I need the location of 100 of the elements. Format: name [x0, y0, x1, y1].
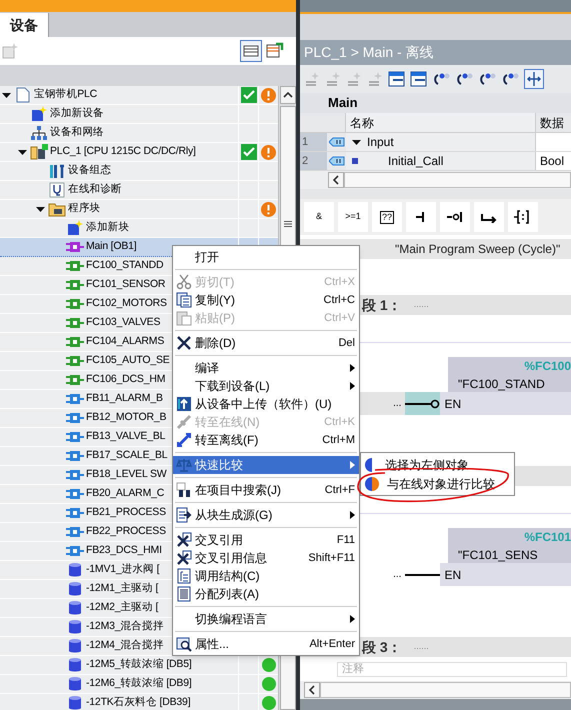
table-view-icon[interactable]	[240, 40, 262, 62]
block-icon	[66, 412, 84, 424]
block-icon	[66, 488, 84, 500]
refresh-table-icon[interactable]	[266, 40, 286, 60]
menu-item[interactable]: 与在线对象进行比较	[361, 474, 514, 493]
tree-label: FB13_VALVE_BL	[86, 429, 166, 444]
network-title: 段 1：	[362, 296, 402, 314]
step-arrow-icon[interactable]	[501, 71, 519, 87]
instruction-button[interactable]: ??	[372, 202, 402, 232]
tree-label: FC105_AUTO_SE	[86, 353, 170, 368]
tree-label: Main [OB1]	[86, 239, 137, 254]
scroll-left-button[interactable]	[328, 172, 344, 188]
tree-label: PLC_1 [CPU 1215C DC/DC/Rly]	[50, 144, 196, 160]
network-title: 段 3：	[362, 638, 402, 656]
submenu-arrow-icon	[350, 511, 355, 519]
tree-label: FC100_STANDD	[86, 258, 164, 274]
database-icon	[68, 695, 82, 710]
tree-item[interactable]: 宝钢带机PLC	[0, 86, 278, 105]
branch-button[interactable]	[474, 202, 504, 232]
bullet-icon	[352, 158, 358, 164]
upload-icon	[176, 396, 192, 412]
tree-item[interactable]: -12M5_转鼓浓缩 [DB5]	[0, 656, 278, 675]
database-icon	[68, 657, 82, 673]
cross-reference-icon	[176, 550, 192, 566]
input-pin: EN	[444, 396, 462, 412]
tree-item[interactable]: 设备和网络	[0, 124, 278, 143]
block-name: "FC100_STAND	[458, 376, 545, 393]
block-icon	[66, 336, 84, 348]
device-config-icon	[49, 163, 65, 179]
tree-label: 添加新块	[86, 220, 130, 236]
branch-arrow-icon	[480, 211, 498, 223]
tree-item[interactable]: 程序块	[0, 200, 278, 219]
menu-item[interactable]: 快速比较	[173, 456, 359, 474]
assignment-button[interactable]	[508, 202, 538, 232]
tree-label: FB17_SCALE_BL	[86, 448, 168, 464]
paste-icon	[176, 310, 192, 326]
copy-icon	[176, 292, 192, 308]
tree-label: FC103_VALVES	[86, 315, 160, 330]
generate-source-icon	[176, 507, 192, 523]
collapse-arrow-icon[interactable]	[18, 148, 26, 156]
step-arrow-icon[interactable]	[455, 71, 473, 87]
collapse-arrow-icon[interactable]	[352, 138, 361, 146]
tree-item[interactable]: PLC_1 [CPU 1215C DC/DC/Rly]	[0, 143, 278, 162]
database-icon	[68, 638, 82, 654]
step-arrow-icon[interactable]	[432, 71, 450, 87]
split-view-icon[interactable]	[524, 69, 544, 89]
instruction-button[interactable]: >=1	[338, 202, 368, 232]
scroll-left-button[interactable]	[304, 682, 320, 698]
plc-icon	[30, 144, 48, 160]
step-arrow-icon[interactable]	[478, 71, 496, 87]
cross-reference-icon	[176, 532, 192, 548]
block-icon	[66, 374, 84, 386]
negated-contact-button[interactable]	[440, 202, 470, 232]
block-icon	[66, 393, 84, 405]
scroll-up-button[interactable]	[280, 86, 296, 104]
arrows-icon	[176, 432, 192, 448]
tree-label: 添加新设备	[50, 106, 104, 122]
insert-row-icon[interactable]	[388, 71, 405, 87]
tree-label: 设备和网络	[50, 125, 104, 140]
delete-icon	[176, 335, 192, 351]
comment-field[interactable]: 注释	[337, 662, 567, 677]
caret-up-icon	[282, 92, 292, 98]
tree-item[interactable]: 设备组态	[0, 162, 278, 181]
block-icon	[66, 298, 84, 310]
database-icon	[68, 619, 82, 635]
tree-label: -12M1_主驱动 [	[86, 581, 158, 596]
negated-contact-icon	[446, 211, 464, 223]
tree-item[interactable]: -12TK石灰料仓 [DB39]	[0, 694, 278, 710]
data-type: Bool	[540, 153, 564, 170]
caret-left-icon	[333, 175, 339, 185]
tree-label: FB11_ALARM_B	[86, 391, 163, 406]
collapse-arrow-icon[interactable]	[2, 90, 10, 100]
block-icon	[66, 279, 84, 291]
grip-icon	[284, 221, 292, 227]
block-icon	[66, 545, 84, 557]
block-icon	[66, 526, 84, 538]
input-pin: EN	[444, 566, 462, 584]
instruction-button[interactable]: &	[304, 202, 334, 232]
tree-item[interactable]: -12M6_转鼓浓缩 [DB9]	[0, 675, 278, 694]
tree-label: FB22_PROCESS	[86, 524, 166, 540]
tree-label: 程序块	[68, 201, 100, 216]
tree-item[interactable]: 添加新块	[0, 219, 278, 238]
insert-row-icon[interactable]	[410, 71, 427, 87]
block-icon	[66, 260, 84, 272]
tree-label: -12M3_混合搅拌	[86, 619, 164, 634]
tab[interactable]: 设备	[0, 13, 49, 37]
submenu-arrow-icon	[350, 615, 355, 623]
document-icon	[16, 87, 30, 103]
block-icon	[66, 317, 84, 329]
database-icon	[68, 581, 82, 597]
tree-label: FC102_MOTORS	[86, 296, 167, 312]
tree-item[interactable]: 在线和诊断	[0, 181, 278, 200]
collapse-arrow-icon[interactable]	[36, 204, 44, 214]
contact-button[interactable]	[406, 202, 436, 232]
tag-icon	[328, 156, 344, 166]
tree-label: FB12_MOTOR_B	[86, 410, 166, 426]
magnifier-icon	[176, 636, 192, 652]
tree-item[interactable]: 添加新设备	[0, 105, 278, 124]
list-icon	[176, 586, 192, 602]
tree-label: -12M4_混合搅拌	[86, 638, 164, 654]
